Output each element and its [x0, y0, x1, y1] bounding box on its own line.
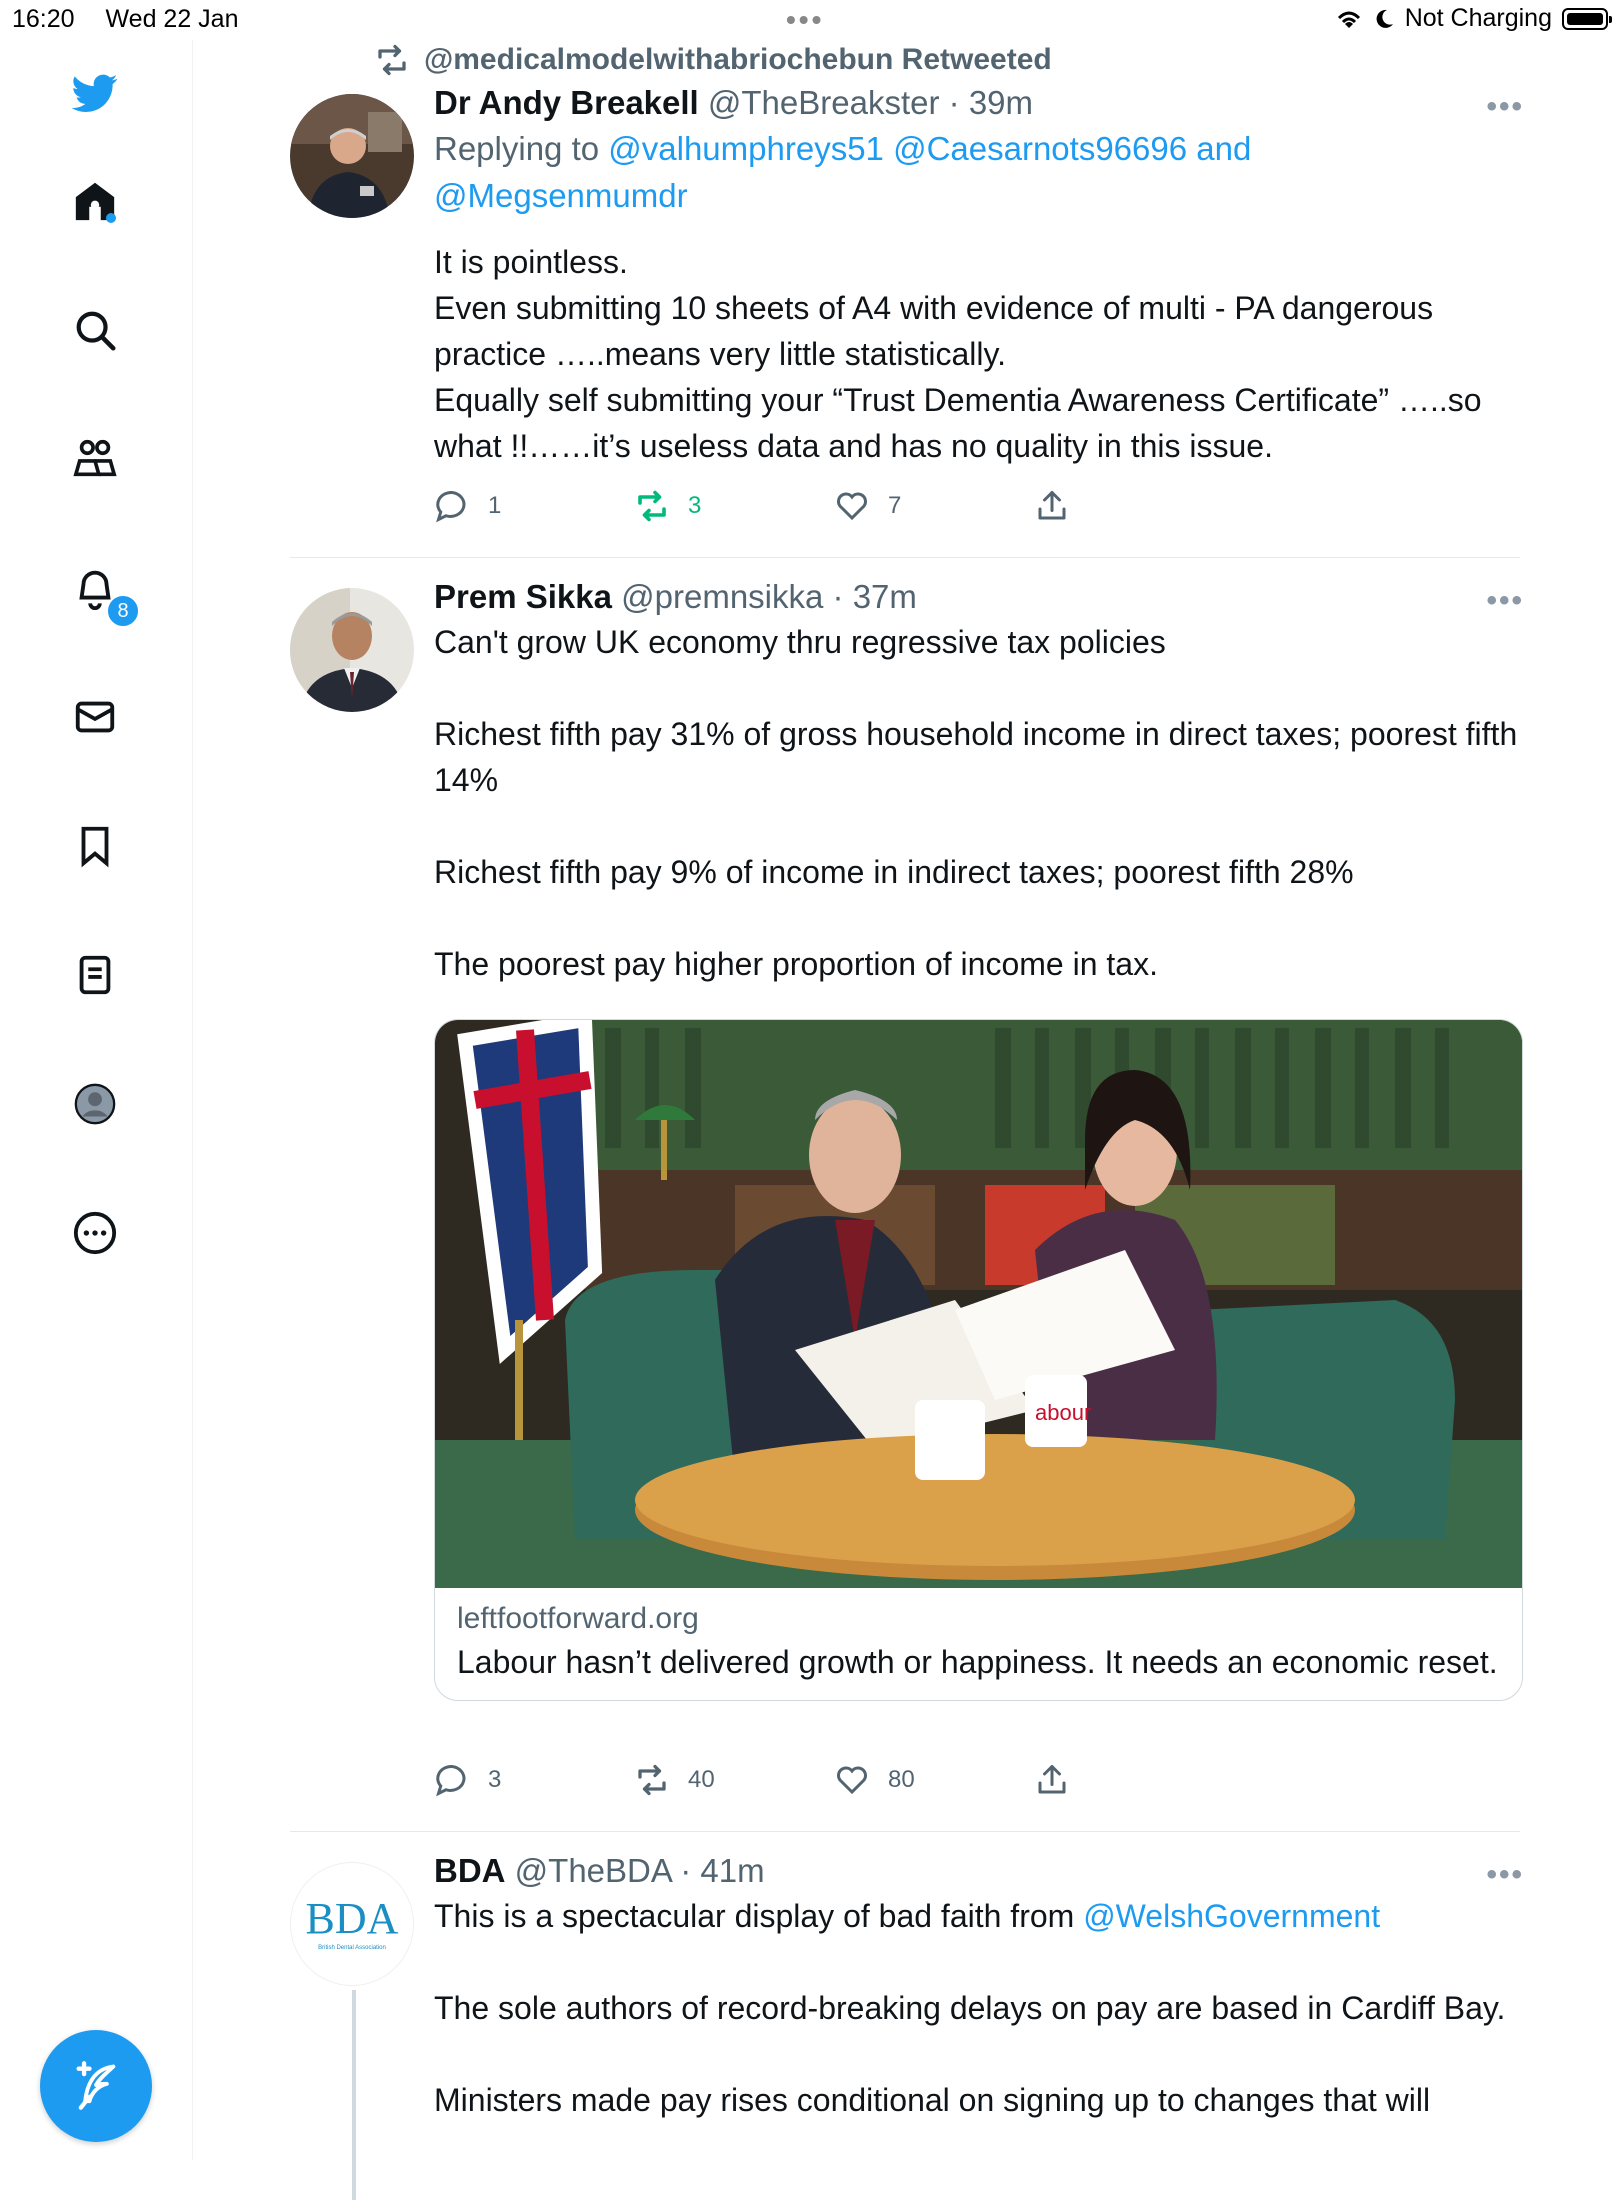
author-handle[interactable]: @premnsikka — [621, 578, 823, 615]
card-mug-text: abour — [1035, 1400, 1091, 1425]
status-left: 16:20 Wed 22 Jan — [12, 5, 262, 34]
profile-icon[interactable] — [67, 1076, 123, 1132]
bda-logo-subtitle: British Dental Association — [318, 1945, 386, 1951]
tweet-actions: 3 40 80 — [434, 1762, 1114, 1802]
battery-icon — [1562, 7, 1612, 30]
card-domain: leftfootforward.org — [457, 1602, 699, 1635]
bookmarks-icon[interactable] — [67, 818, 123, 874]
tweet-header: Dr Andy Breakell @TheBreakster · 39m — [434, 84, 1524, 122]
tweet-time[interactable]: · 39m — [949, 84, 1033, 121]
multitasking-dots-icon[interactable]: ••• — [786, 4, 824, 36]
bda-logo: BDA — [305, 1894, 399, 1943]
reply-count: 1 — [488, 492, 502, 519]
tweet-divider — [290, 557, 1520, 558]
notifications-badge: 8 — [106, 594, 140, 628]
author-handle[interactable]: @TheBreakster — [708, 84, 940, 121]
retweet-icon — [638, 490, 666, 522]
like-button[interactable]: 7 — [834, 488, 901, 524]
tweet-more-icon[interactable]: ••• — [1486, 584, 1524, 618]
more-icon[interactable] — [67, 1205, 123, 1261]
share-button[interactable] — [1034, 1762, 1070, 1798]
tweet-header: Prem Sikka @premnsikka · 37m — [434, 578, 1524, 616]
tweet-time[interactable]: · 41m — [680, 1852, 764, 1889]
like-count: 7 — [888, 492, 902, 519]
compose-tweet-icon — [76, 2061, 116, 2110]
reply-icon — [436, 491, 466, 523]
retweet-icon — [638, 1764, 666, 1796]
lists-icon[interactable] — [67, 947, 123, 1003]
compose-tweet-button[interactable] — [40, 2030, 152, 2142]
tweet-content: Prem Sikka @premnsikka · 37m ••• Can't g… — [434, 578, 1524, 987]
wifi-icon — [1337, 11, 1360, 28]
replying-to-mention-megsenmumdr[interactable]: @Megsenmumdr — [434, 177, 688, 214]
tweet-divider — [290, 1831, 1520, 1832]
charging-status: Not Charging — [1404, 4, 1552, 32]
like-button[interactable]: 80 — [834, 1762, 915, 1798]
tweet-header: BDA @TheBDA · 41m — [434, 1852, 1524, 1890]
author-name[interactable]: Dr Andy Breakell — [434, 84, 699, 121]
tweet-content: Dr Andy Breakell @TheBreakster · 39m •••… — [434, 84, 1524, 469]
tweet-text: It is pointless. Even submitting 10 shee… — [434, 244, 1482, 464]
tweet-text-truncated: Ministers made pay rises conditional on … — [434, 2082, 1431, 2118]
tweet-more-icon[interactable]: ••• — [1486, 1858, 1524, 1892]
retweet-icon — [378, 44, 406, 76]
reply-button[interactable]: 3 — [434, 1762, 501, 1798]
avatar-prem-sikka[interactable] — [290, 588, 414, 712]
tweet-actions: 1 3 7 — [434, 488, 1114, 528]
reply-icon — [436, 1765, 466, 1797]
home-unread-dot — [106, 213, 116, 223]
reply-button[interactable]: 1 — [434, 488, 501, 524]
status-time: 16:20 — [12, 5, 75, 33]
heart-icon — [837, 1766, 867, 1795]
retweeted-by: @medicalmodelwithabriochebun Retweeted — [374, 42, 1052, 78]
tweet-more-icon[interactable]: ••• — [1486, 90, 1524, 124]
twitter-logo-icon[interactable] — [67, 65, 123, 121]
author-name[interactable]: BDA — [434, 1852, 506, 1889]
author-handle[interactable]: @TheBDA — [515, 1852, 671, 1889]
retweet-count: 40 — [688, 1766, 715, 1793]
tweet-text: The sole authors of record-breaking dela… — [434, 1990, 1506, 2026]
heart-icon — [837, 492, 867, 521]
status-right: Not Charging — [1335, 4, 1612, 33]
tweet-text: Can't grow UK economy thru regressive ta… — [434, 624, 1518, 982]
replying-to-mentions[interactable]: @valhumphreys51 @Caesarnots96696 and — [608, 130, 1251, 167]
replying-to: Replying to @valhumphreys51 @Caesarnots9… — [434, 125, 1524, 219]
share-icon — [1038, 1765, 1066, 1794]
share-icon — [1038, 491, 1066, 520]
card-title: Labour hasn’t delivered growth or happin… — [457, 1644, 1498, 1680]
link-card[interactable]: abour leftfootforward.org Labour hasn’t … — [434, 1019, 1523, 1701]
messages-icon[interactable] — [67, 689, 123, 745]
communities-icon[interactable] — [67, 431, 123, 487]
tweet-time[interactable]: · 37m — [833, 578, 917, 615]
moon-icon — [1376, 9, 1393, 28]
card-image: abour — [435, 1020, 1522, 1588]
author-name[interactable]: Prem Sikka — [434, 578, 612, 615]
retweet-count: 3 — [688, 492, 702, 519]
share-button[interactable] — [1034, 488, 1070, 524]
mention-welsh-government[interactable]: @WelshGovernment — [1083, 1898, 1380, 1934]
tweet-text-intro: This is a spectacular display of bad fai… — [434, 1893, 1524, 1939]
retweet-button[interactable]: 40 — [634, 1762, 715, 1798]
avatar-bda[interactable]: BDA British Dental Association — [290, 1862, 414, 1986]
retweeted-by-label: @medicalmodelwithabriochebun Retweeted — [424, 43, 1052, 76]
thread-line — [352, 1990, 356, 2200]
card-meta: leftfootforward.org Labour hasn’t delive… — [435, 1588, 1522, 1700]
retweet-button[interactable]: 3 — [634, 488, 701, 524]
tweet-text-prefix: This is a spectacular display of bad fai… — [434, 1898, 1084, 1934]
tweet-content: BDA @TheBDA · 41m ••• This is a spectacu… — [434, 1852, 1524, 2123]
status-date: Wed 22 Jan — [105, 5, 239, 33]
like-count: 80 — [888, 1766, 915, 1793]
search-icon[interactable] — [67, 302, 123, 358]
replying-to-prefix: Replying to — [434, 130, 609, 167]
reply-count: 3 — [488, 1766, 502, 1793]
sidebar: 8 — [0, 40, 193, 2160]
avatar-andy-breakell[interactable] — [290, 94, 414, 218]
status-bar: 16:20 Wed 22 Jan ••• Not Charging — [0, 0, 1620, 40]
